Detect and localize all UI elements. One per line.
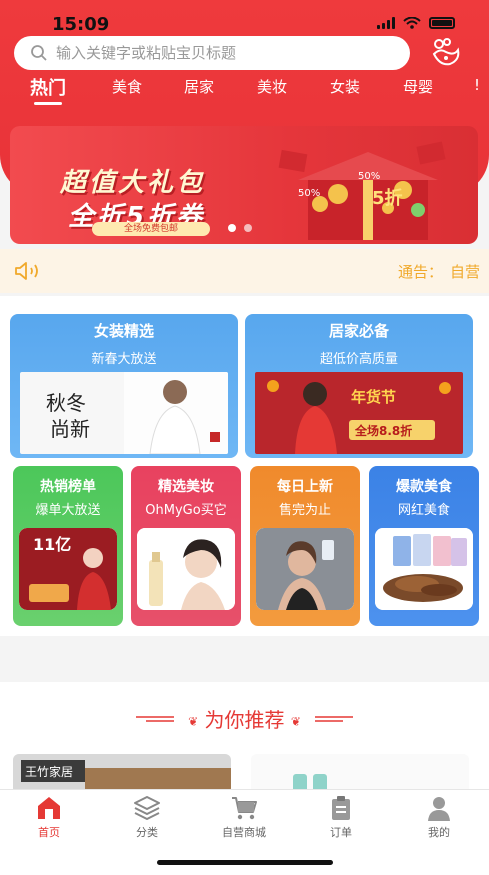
banner-title: 超值大礼包 (60, 168, 206, 198)
home-icon (38, 797, 60, 819)
tab-underline (34, 102, 62, 105)
hot-list-image: 11亿 (19, 528, 117, 610)
card-subtitle: 售完为止 (278, 503, 331, 518)
notice-bar[interactable]: 通告： 自营 (0, 249, 489, 293)
tab-home[interactable]: 居家 (184, 76, 214, 97)
img-text-sales: 11亿 (33, 535, 71, 554)
search-icon (31, 45, 47, 61)
card-title: 女装精选 (93, 322, 154, 340)
search-bar[interactable] (14, 36, 410, 70)
product-brand-text: 王竹家居 (25, 764, 73, 779)
title-decoration-right (315, 716, 353, 722)
banner-badge-2: 50% (298, 188, 320, 199)
new-year-promo-image: 年货节 全场8.8折 (255, 372, 463, 454)
tab-more[interactable]: ! (474, 76, 480, 94)
battery-icon (429, 17, 455, 29)
nav-mall-label: 自营商城 (222, 826, 266, 839)
card-women-selection[interactable]: 女装精选 新春大放送 秋冬 尚新 (10, 314, 238, 458)
product-image: 王竹家居 (13, 754, 231, 794)
status-icons (377, 17, 455, 29)
card-beauty[interactable]: 精选美妆 OhMyGo买它 (131, 466, 241, 626)
recommend-title-text: 为你推荐 (204, 708, 285, 732)
pagination-dot-active (228, 224, 236, 232)
nav-profile-label: 我的 (428, 826, 450, 839)
card-food[interactable]: 爆款美食 网红美食 (369, 466, 479, 626)
banner-coupon-text: 5折 (372, 187, 403, 209)
section-divider (0, 640, 489, 680)
gift-box-illustration: 50% 50% 5折 (278, 141, 446, 240)
home-indicator (157, 860, 333, 865)
card-title: 居家必备 (328, 322, 389, 340)
nav-home-label: 首页 (38, 826, 60, 839)
card-home-essentials[interactable]: 居家必备 超低价高质量 年货节 全场8.8折 (245, 314, 473, 458)
card-subtitle: 网红美食 (397, 503, 450, 518)
layers-icon (134, 796, 160, 820)
category-tabs: 热门 美食 居家 美妆 女装 母婴 ! (0, 76, 489, 110)
signal-icon (377, 17, 395, 29)
nav-category-label: 分类 (136, 826, 158, 839)
recommend-item[interactable] (251, 754, 469, 794)
img-text-festival: 年货节 (351, 388, 396, 406)
img-text-autumn: 秋冬 (46, 391, 86, 415)
nav-orders[interactable]: 订单 (306, 794, 376, 840)
tab-food[interactable]: 美食 (112, 76, 142, 97)
fashion-promo-image: 秋冬 尚新 (20, 372, 228, 454)
tab-hot[interactable]: 热门 (30, 74, 66, 100)
status-bar: 15:09 (0, 0, 489, 36)
card-title: 热销榜单 (40, 479, 96, 495)
card-title: 每日上新 (277, 479, 333, 495)
cart-icon (232, 797, 257, 820)
card-title: 精选美妆 (158, 479, 214, 495)
clipboard-icon (332, 796, 350, 820)
status-time: 15:09 (52, 14, 110, 35)
nav-profile[interactable]: 我的 (404, 794, 474, 840)
wifi-icon (403, 17, 421, 29)
tab-women[interactable]: 女装 (330, 76, 360, 97)
recommend-item[interactable]: 王竹家居 (13, 754, 231, 794)
tab-beauty[interactable]: 美妆 (257, 76, 287, 97)
tab-baby[interactable]: 母婴 (403, 76, 433, 97)
notice-label: 通告： (398, 263, 444, 281)
search-input[interactable] (56, 44, 396, 62)
banner-pagination (228, 224, 252, 232)
speaker-icon (15, 262, 38, 280)
banner-note: 全场免费包邮 (92, 222, 210, 236)
nav-orders-label: 订单 (330, 826, 352, 839)
ribbon-icon: ❦ (188, 714, 199, 729)
notice-text: 自营 (450, 263, 481, 281)
feature-section: 女装精选 新春大放送 秋冬 尚新 居家必备 超低价高质量 年货节 全场8.8折 … (0, 296, 489, 636)
card-title: 爆款美食 (396, 479, 452, 495)
recommend-title: ❦ 为你推荐 ❦ (0, 704, 489, 733)
card-subtitle: OhMyGo买它 (145, 503, 227, 518)
gift-icon[interactable] (428, 34, 464, 70)
pagination-dot (244, 224, 252, 232)
card-subtitle: 爆单大放送 (35, 503, 101, 518)
user-icon (428, 797, 450, 821)
recommend-section: ❦ 为你推荐 ❦ 王竹家居 (0, 682, 489, 794)
card-daily-new[interactable]: 每日上新 售完为止 (250, 466, 360, 626)
card-subtitle: 新春大放送 (91, 352, 157, 367)
img-text-new: 尚新 (50, 417, 90, 441)
img-text-discount: 全场8.8折 (354, 423, 412, 438)
daily-new-image (256, 528, 354, 610)
nav-home[interactable]: 首页 (14, 794, 84, 840)
beauty-image (137, 528, 235, 610)
banner-badge: 50% (358, 171, 380, 182)
card-subtitle: 超低价高质量 (319, 352, 398, 367)
nav-mall[interactable]: 自营商城 (209, 794, 279, 840)
ribbon-icon: ❦ (290, 714, 301, 729)
card-hot-list[interactable]: 热销榜单 爆单大放送 11亿 (13, 466, 123, 626)
food-image (375, 528, 473, 610)
nav-category[interactable]: 分类 (112, 794, 182, 840)
product-image (251, 754, 469, 794)
promo-banner[interactable]: 超值大礼包 全折5折券 全场免费包邮 50% 50% 5折 (10, 126, 478, 244)
